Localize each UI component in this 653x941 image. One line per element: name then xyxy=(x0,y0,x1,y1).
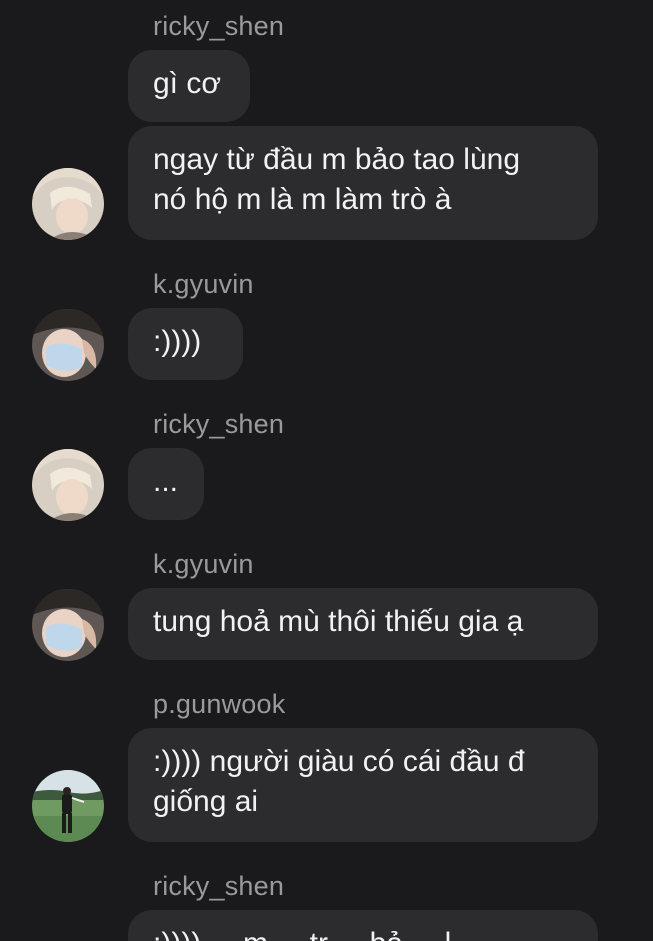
chat-thread: ricky_shen gì cơ ngay từ đầu m bảo tao l… xyxy=(0,0,653,941)
user-avatar[interactable] xyxy=(32,449,104,521)
user-avatar[interactable] xyxy=(32,770,104,842)
message-bubble[interactable]: :)))) ... m ... tr ... bả ... l... xyxy=(128,910,598,941)
message-bubble[interactable]: :)))) xyxy=(128,308,243,380)
gunwook-avatar-icon xyxy=(32,770,104,842)
sender-name: ricky_shen xyxy=(153,409,285,439)
user-avatar[interactable] xyxy=(32,589,104,661)
message-bubble[interactable]: :)))) người giàu có cái đầu đ giống ai xyxy=(128,728,598,842)
sender-name: p.gunwook xyxy=(153,689,286,719)
sender-name: k.gyuvin xyxy=(153,549,254,579)
message-bubble[interactable]: ... xyxy=(128,448,204,520)
sender-name: k.gyuvin xyxy=(153,269,254,299)
gyuvin-avatar-icon xyxy=(32,589,104,661)
sender-name: ricky_shen xyxy=(153,11,285,41)
message-bubble[interactable]: ngay từ đầu m bảo tao lùng nó hộ m là m … xyxy=(128,126,598,240)
user-avatar[interactable] xyxy=(32,168,104,240)
message-bubble[interactable]: tung hoả mù thôi thiếu gia ạ xyxy=(128,588,598,660)
user-avatar[interactable] xyxy=(32,309,104,381)
ricky-avatar-icon xyxy=(32,168,104,240)
ricky-avatar-icon xyxy=(32,449,104,521)
message-bubble[interactable]: gì cơ xyxy=(128,50,250,122)
gyuvin-avatar-icon xyxy=(32,309,104,381)
sender-name: ricky_shen xyxy=(153,871,285,901)
